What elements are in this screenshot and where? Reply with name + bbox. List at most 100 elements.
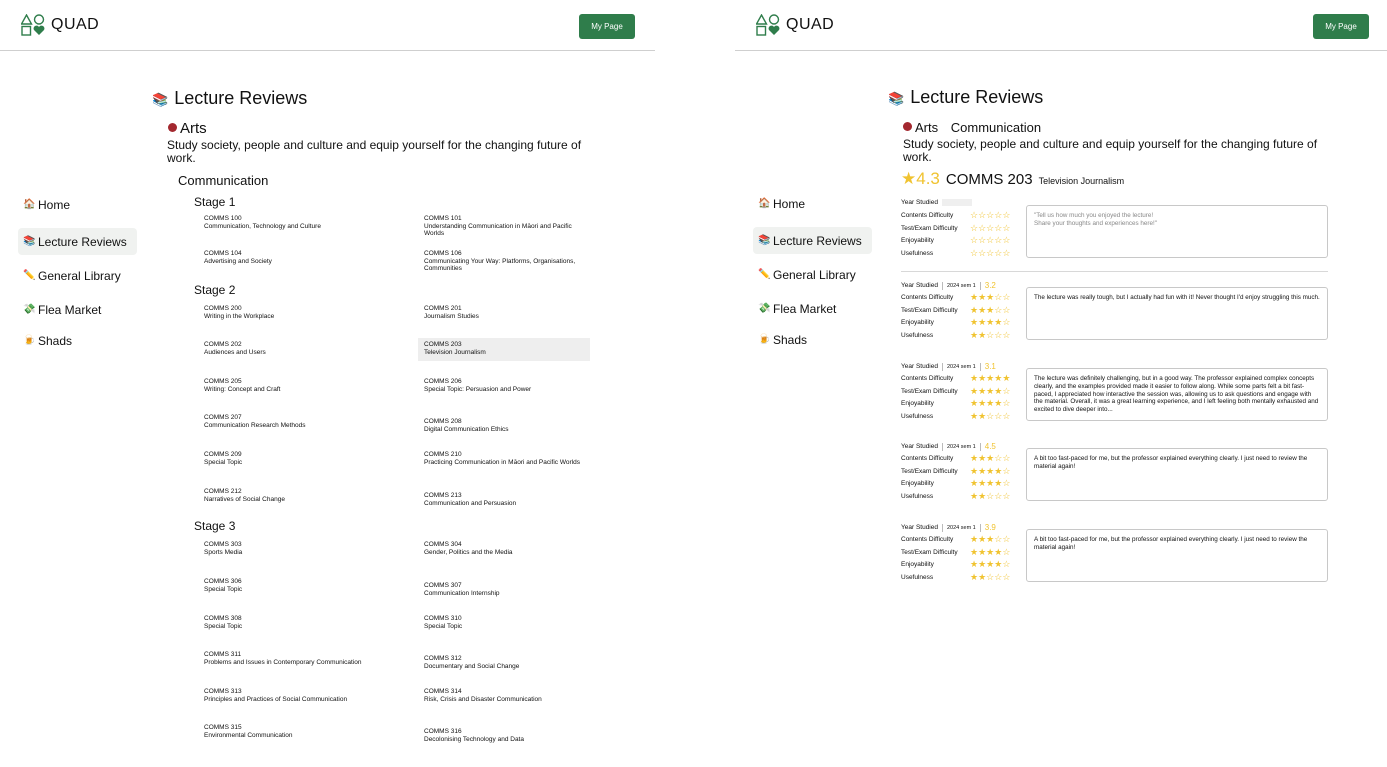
course-item[interactable]: COMMS 205 Writing: Concept and Craft bbox=[201, 378, 373, 393]
course-item[interactable]: COMMS 101 Understanding Communication in … bbox=[421, 215, 593, 238]
criterion-label: Contents Difficulty bbox=[901, 375, 954, 382]
star-filled-icon: ★ bbox=[978, 398, 987, 408]
course-code: COMMS 203 bbox=[424, 341, 462, 348]
app-name: QUAD bbox=[786, 16, 835, 33]
star-empty-icon[interactable]: ☆ bbox=[1002, 223, 1010, 233]
star-empty-icon: ☆ bbox=[1002, 571, 1011, 582]
sidebar-item-lecture-reviews[interactable]: 📚 Lecture Reviews bbox=[753, 227, 872, 254]
star-empty-icon[interactable]: ☆ bbox=[1002, 210, 1010, 220]
course-name: Television Journalism bbox=[1038, 176, 1125, 186]
star-filled-icon: ★ bbox=[978, 317, 987, 327]
course-item[interactable]: COMMS 200 Writing in the Workplace bbox=[201, 305, 373, 320]
course-item[interactable]: COMMS 209 Special Topic bbox=[201, 451, 373, 466]
course-item[interactable]: COMMS 212 Narratives of Social Change bbox=[201, 488, 373, 503]
star-rating[interactable]: ☆☆☆☆☆ bbox=[970, 236, 1010, 245]
criterion-label: Usefulness bbox=[901, 573, 934, 581]
star-empty-icon[interactable]: ☆ bbox=[1002, 248, 1010, 258]
sidebar-item-label: General Library bbox=[38, 268, 121, 283]
review-input[interactable]: "Tell us how much you enjoyed the lectur… bbox=[1026, 205, 1328, 258]
course-name: Advertising and Society bbox=[204, 257, 272, 265]
criterion-label: Test/Exam Difficulty bbox=[901, 467, 958, 475]
course-item[interactable]: COMMS 202 Audiences and Users bbox=[201, 341, 373, 356]
course-code: COMMS 201 bbox=[424, 305, 462, 312]
app-logo[interactable]: QUAD bbox=[756, 14, 834, 36]
star-empty-icon: ☆ bbox=[1002, 410, 1011, 421]
course-item[interactable]: COMMS 201 Journalism Studies bbox=[421, 305, 593, 320]
course-item[interactable]: COMMS 106 Communicating Your Way: Platfor… bbox=[421, 250, 593, 273]
divider bbox=[942, 362, 943, 371]
star-rating[interactable]: ☆☆☆☆☆ bbox=[970, 211, 1010, 220]
course-item[interactable]: COMMS 100 Communication, Technology and C… bbox=[201, 215, 373, 230]
star-empty-icon[interactable]: ☆ bbox=[1002, 235, 1010, 245]
sidebar-item-general-library[interactable]: ✏️ General Library bbox=[18, 262, 121, 289]
star-rating: ★★★☆☆ bbox=[970, 305, 1010, 315]
course-code: COMMS 316 bbox=[424, 728, 462, 735]
course-code: COMMS 310 bbox=[424, 615, 462, 622]
star-empty-icon[interactable]: ☆ bbox=[970, 235, 978, 245]
course-item[interactable]: COMMS 303 Sports Media bbox=[201, 541, 373, 556]
course-item[interactable]: COMMS 213 Communication and Persuasion bbox=[421, 492, 593, 507]
star-rating: ★★☆☆☆ bbox=[970, 571, 1011, 582]
course-code: COMMS 308 bbox=[204, 615, 242, 622]
sidebar-item-home[interactable]: 🏠 Home bbox=[18, 191, 70, 218]
star-rating[interactable]: ☆☆☆☆☆ bbox=[970, 248, 1010, 258]
star-empty-icon: ☆ bbox=[1002, 559, 1011, 569]
star-rating: ★★★☆☆ bbox=[970, 293, 1010, 302]
sidebar-item-flea-market[interactable]: 💸 Flea Market bbox=[753, 295, 836, 322]
star-empty-icon[interactable]: ☆ bbox=[978, 210, 986, 220]
course-item[interactable]: COMMS 306 Special Topic bbox=[201, 578, 373, 593]
course-name: Risk, Crisis and Disaster Communication bbox=[424, 695, 542, 703]
subject-name[interactable]: Communication bbox=[951, 120, 1041, 135]
year-studied-label: Year Studied bbox=[901, 443, 938, 450]
course-item[interactable]: COMMS 206 Special Topic: Persuasion and P… bbox=[421, 378, 593, 393]
course-item[interactable]: COMMS 311 Problems and Issues in Contempo… bbox=[201, 651, 373, 666]
top-bar: QUAD My Page bbox=[735, 0, 1387, 51]
course-item[interactable]: COMMS 208 Digital Communication Ethics bbox=[421, 418, 593, 433]
star-empty-icon[interactable]: ☆ bbox=[970, 210, 978, 220]
course-item[interactable]: COMMS 304 Gender, Politics and the Media bbox=[421, 541, 593, 556]
sidebar-item-flea-market[interactable]: 💸 Flea Market bbox=[18, 296, 101, 323]
sidebar-item-general-library[interactable]: ✏️ General Library bbox=[753, 261, 856, 288]
faculty-color-dot bbox=[903, 122, 912, 131]
star-empty-icon[interactable]: ☆ bbox=[970, 223, 978, 233]
course-item[interactable]: COMMS 315 Environmental Communication bbox=[201, 724, 373, 739]
course-item[interactable]: COMMS 210 Practicing Communication in Māo… bbox=[421, 451, 593, 466]
review-score: 3.9 bbox=[984, 523, 996, 532]
star-empty-icon[interactable]: ☆ bbox=[978, 235, 986, 245]
my-page-button[interactable]: My Page bbox=[579, 14, 635, 39]
star-filled-icon: ★ bbox=[970, 571, 979, 582]
sidebar-item-home[interactable]: 🏠 Home bbox=[753, 190, 805, 217]
course-item[interactable]: COMMS 316 Decolonising Technology and Dat… bbox=[421, 728, 593, 743]
course-code: COMMS 314 bbox=[424, 688, 462, 695]
course-item[interactable]: COMMS 313 Principles and Practices of Soc… bbox=[201, 688, 373, 703]
course-item[interactable]: COMMS 203 Television Journalism bbox=[418, 338, 590, 361]
course-item[interactable]: COMMS 314 Risk, Crisis and Disaster Commu… bbox=[421, 688, 593, 703]
star-empty-icon: ☆ bbox=[1002, 453, 1011, 463]
course-name: Communication Internship bbox=[424, 589, 500, 597]
course-code: COMMS 100 bbox=[204, 215, 242, 222]
course-item[interactable]: COMMS 307 Communication Internship bbox=[421, 582, 593, 597]
star-empty-icon[interactable]: ☆ bbox=[970, 248, 978, 258]
app-logo[interactable]: QUAD bbox=[21, 14, 99, 36]
divider bbox=[979, 362, 981, 371]
sidebar-item-shads[interactable]: 🍺 Shads bbox=[18, 327, 72, 354]
course-item[interactable]: COMMS 312 Documentary and Social Change bbox=[421, 655, 593, 670]
course-item[interactable]: COMMS 207 Communication Research Methods bbox=[201, 414, 373, 429]
year-studied-select[interactable] bbox=[942, 199, 972, 206]
course-code: COMMS 213 bbox=[424, 492, 462, 499]
star-empty-icon[interactable]: ☆ bbox=[978, 223, 986, 233]
course-item[interactable]: COMMS 104 Advertising and Society bbox=[201, 250, 373, 265]
faculty-name[interactable]: Arts bbox=[915, 120, 938, 135]
course-name: Gender, Politics and the Media bbox=[424, 548, 513, 556]
star-rating: ★★★★☆ bbox=[970, 479, 1010, 488]
criterion-label: Usefulness bbox=[901, 249, 934, 257]
course-item[interactable]: COMMS 308 Special Topic bbox=[201, 615, 373, 630]
star-rating: ★★★★★ bbox=[970, 374, 1010, 383]
sidebar-item-shads[interactable]: 🍺 Shads bbox=[753, 326, 807, 353]
my-page-button[interactable]: My Page bbox=[1313, 14, 1369, 39]
star-rating[interactable]: ☆☆☆☆☆ bbox=[970, 223, 1010, 233]
star-empty-icon[interactable]: ☆ bbox=[978, 248, 986, 258]
sidebar-item-lecture-reviews[interactable]: 📚 Lecture Reviews bbox=[18, 228, 137, 255]
course-item[interactable]: COMMS 310 Special Topic bbox=[421, 615, 593, 630]
star-empty-icon: ☆ bbox=[1002, 398, 1011, 408]
